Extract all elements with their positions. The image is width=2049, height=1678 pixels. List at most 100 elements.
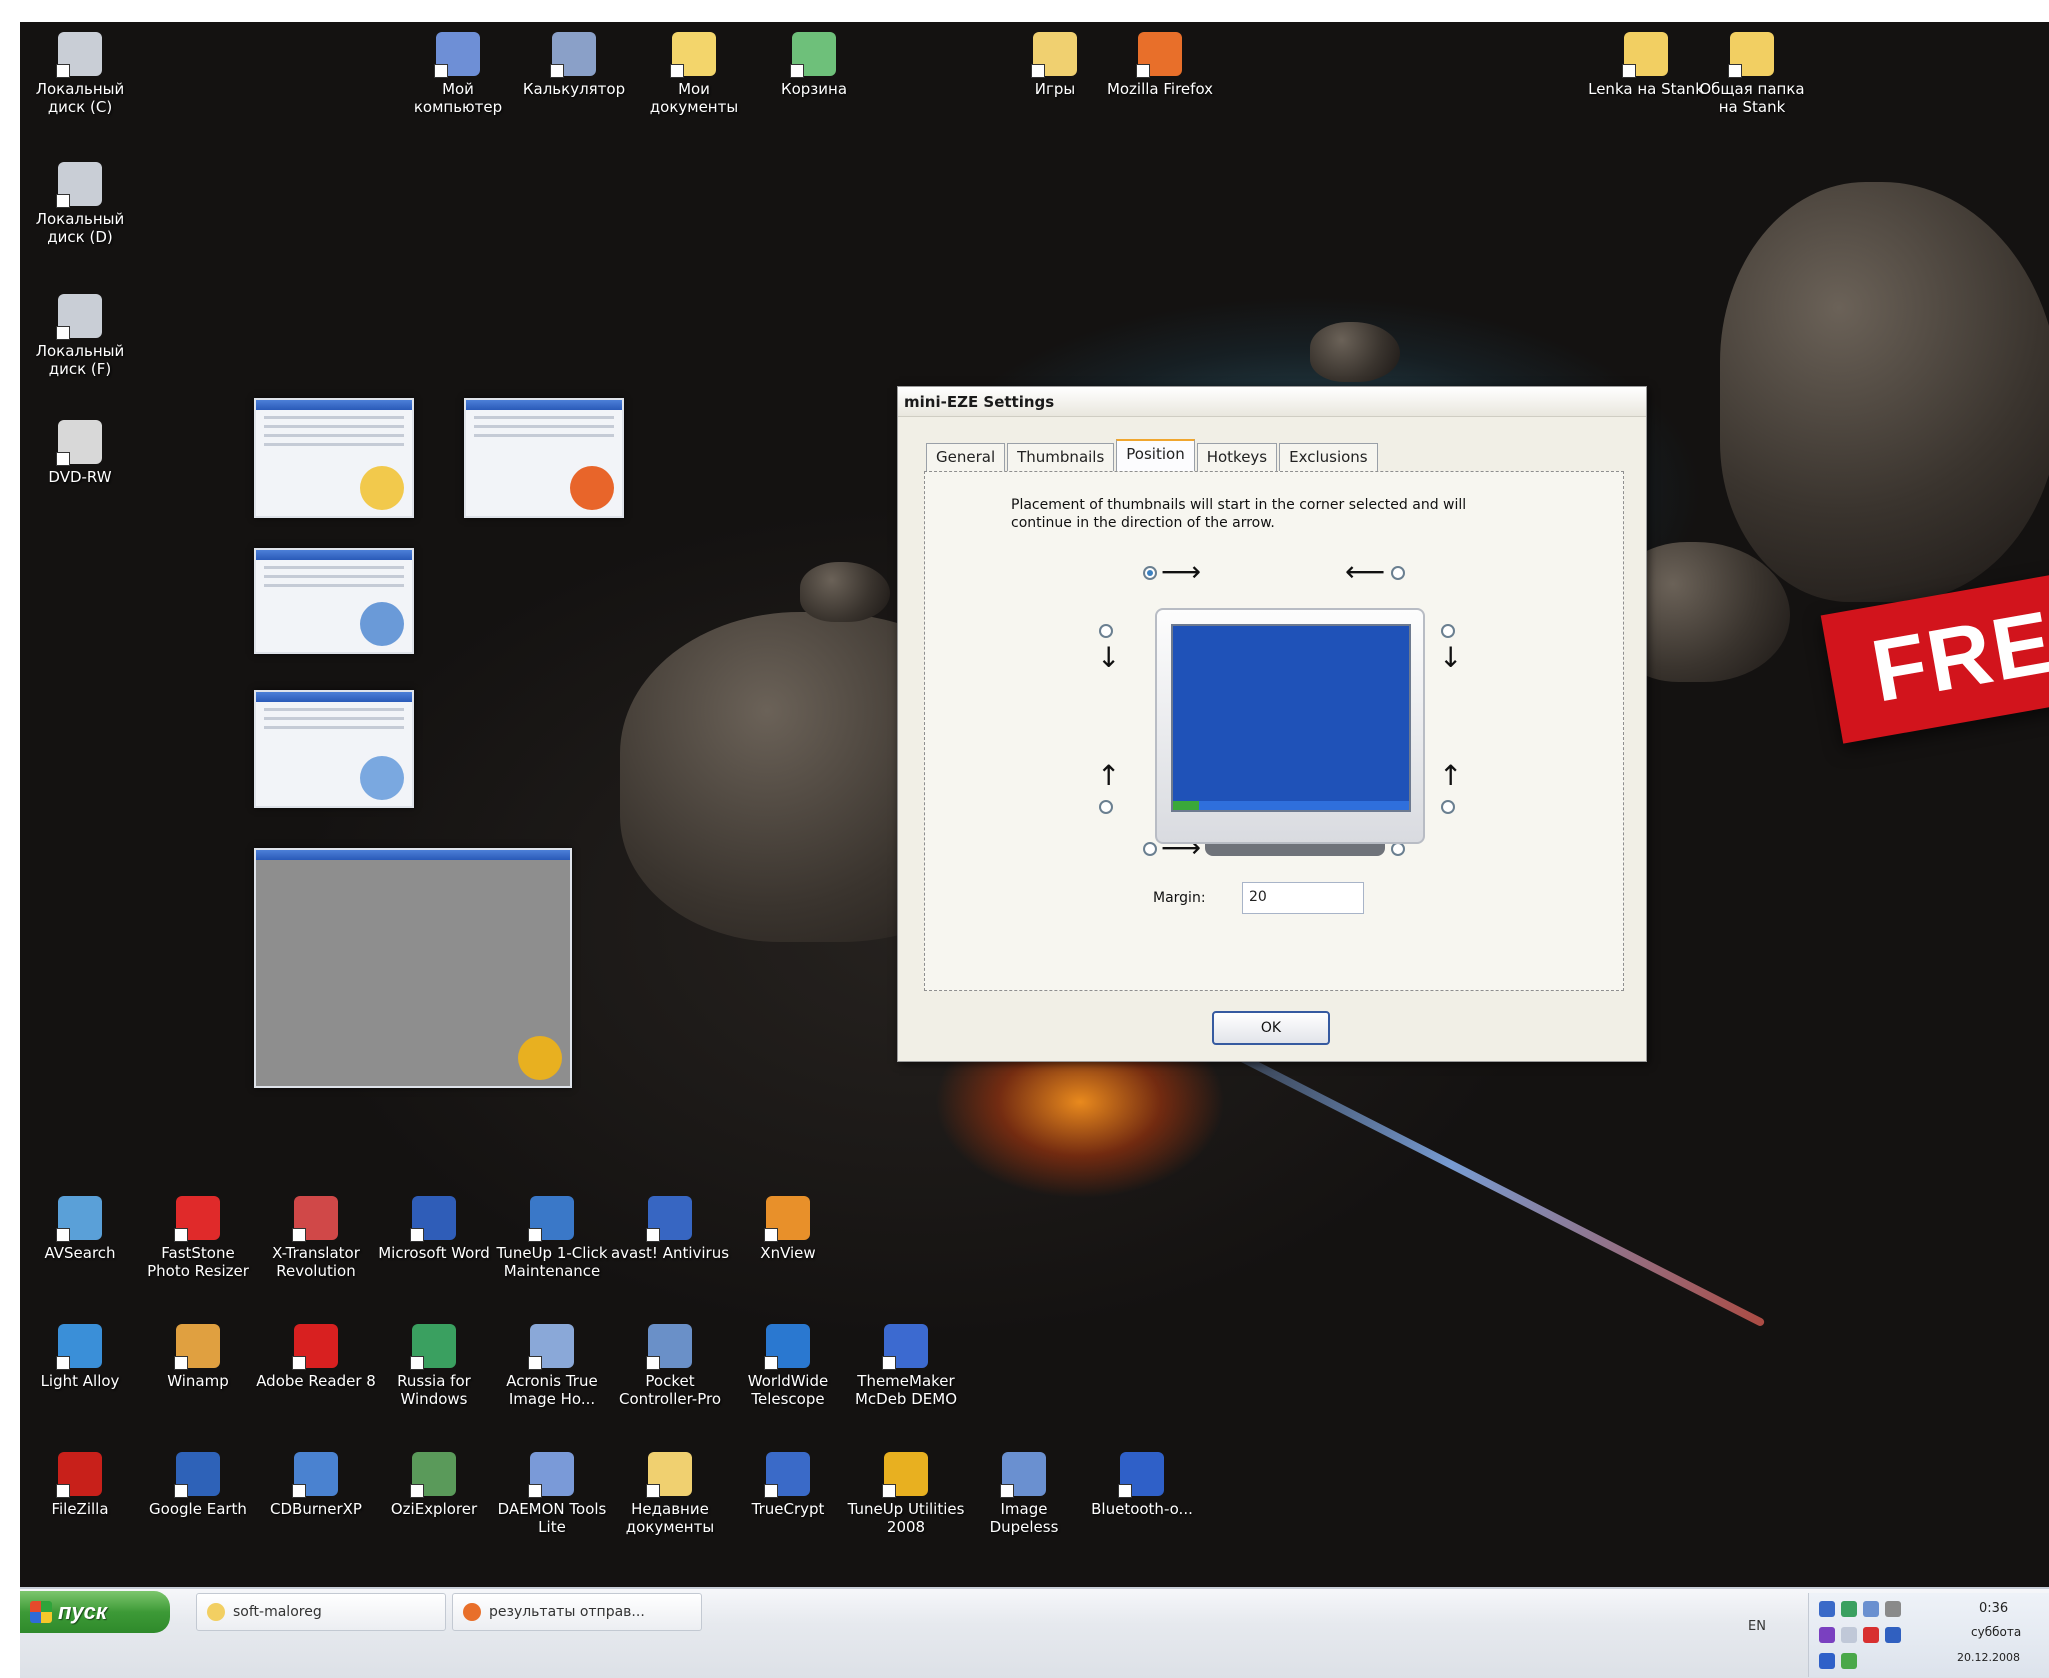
tray-network-icon[interactable] xyxy=(1819,1601,1835,1617)
adobe-reader-icon xyxy=(292,1324,338,1370)
desktop-icon-local-disk-c[interactable]: Локальный диск (C) xyxy=(20,32,140,116)
avast-icon xyxy=(646,1196,692,1242)
recent-docs-icon xyxy=(646,1452,692,1498)
desktop-icon-adobe-reader[interactable]: Adobe Reader 8 xyxy=(256,1324,376,1390)
desktop-icon-tuneup-1click[interactable]: TuneUp 1-Click Maintenance xyxy=(492,1196,612,1280)
word-document-icon xyxy=(360,756,404,800)
corner-radio-bottom-left-vertical[interactable] xyxy=(1099,800,1113,814)
desktop-icon-avast[interactable]: avast! Antivirus xyxy=(610,1196,730,1262)
desktop-icon-image-dupeless[interactable]: Image Dupeless xyxy=(964,1452,1084,1536)
windows-logo-icon xyxy=(30,1601,52,1623)
desktop-icon-local-disk-f[interactable]: Локальный диск (F) xyxy=(20,294,140,378)
tray-volume-icon[interactable] xyxy=(1885,1627,1901,1643)
desktop-icon-cdburnerxp[interactable]: CDBurnerXP xyxy=(256,1452,376,1518)
ok-button[interactable]: OK xyxy=(1212,1011,1330,1045)
tray-shield-icon[interactable] xyxy=(1819,1627,1835,1643)
desktop-icon-recycle-bin[interactable]: Корзина xyxy=(754,32,874,98)
desktop-icon-russia-for-windows[interactable]: Russia for Windows xyxy=(374,1324,494,1408)
desktop-icon-oziexplorer[interactable]: OziExplorer xyxy=(374,1452,494,1518)
window-thumbnail[interactable] xyxy=(254,848,572,1088)
desktop-icon-pocket-controller[interactable]: Pocket Controller-Pro xyxy=(610,1324,730,1408)
desktop-icon-my-computer[interactable]: Мой компьютер xyxy=(398,32,518,116)
start-button[interactable]: пуск xyxy=(20,1591,170,1633)
my-computer-icon xyxy=(434,32,480,78)
desktop-icon-daemon-tools[interactable]: DAEMON Tools Lite xyxy=(492,1452,612,1536)
desktop-icon-filezilla[interactable]: FileZilla xyxy=(20,1452,140,1518)
desktop-icon-recent-documents[interactable]: Недавние документы xyxy=(610,1452,730,1536)
tab-exclusions[interactable]: Exclusions xyxy=(1279,443,1378,471)
desktop-icon-faststone[interactable]: FastStone Photo Resizer xyxy=(138,1196,258,1280)
desktop-icon-lenka-stank[interactable]: Lenka на Stank xyxy=(1586,32,1706,98)
position-panel: Placement of thumbnails will start in th… xyxy=(924,471,1624,991)
desktop-icon-bluetooth[interactable]: Bluetooth-o... xyxy=(1082,1452,1202,1518)
desktop-icon-word[interactable]: Microsoft Word xyxy=(374,1196,494,1262)
daemon-tools-icon xyxy=(528,1452,574,1498)
margin-input[interactable]: 20 xyxy=(1242,882,1364,914)
desktop-icon-xnview[interactable]: XnView xyxy=(728,1196,848,1262)
image-dupeless-icon xyxy=(1000,1452,1046,1498)
firefox-icon xyxy=(463,1603,481,1621)
settings-dialog: mini-EZE Settings General Thumbnails Pos… xyxy=(897,386,1647,1062)
tray-zip-icon[interactable] xyxy=(1885,1601,1901,1617)
window-thumbnail[interactable] xyxy=(254,690,414,808)
taskbar-button-folder[interactable]: soft-maloreg xyxy=(196,1593,446,1631)
desktop-icon-tuneup-utilities[interactable]: TuneUp Utilities 2008 xyxy=(846,1452,966,1536)
tray-monitor-icon[interactable] xyxy=(1863,1601,1879,1617)
taskbar-button-firefox[interactable]: результаты отправ... xyxy=(452,1593,702,1631)
desktop-icon-dvd-rw[interactable]: DVD-RW xyxy=(20,420,140,486)
desktop-icon-avsearch[interactable]: AVSearch xyxy=(20,1196,140,1262)
asteroid xyxy=(1310,322,1400,382)
oziexplorer-icon xyxy=(410,1452,456,1498)
truecrypt-icon xyxy=(764,1452,810,1498)
window-thumbnail[interactable] xyxy=(254,548,414,654)
desktop-icon-games[interactable]: Игры xyxy=(995,32,1115,98)
tab-thumbnails[interactable]: Thumbnails xyxy=(1007,443,1115,471)
light-alloy-icon xyxy=(56,1324,102,1370)
arrow-down-icon: ↓ xyxy=(1097,641,1121,674)
tray-update-icon[interactable] xyxy=(1841,1601,1857,1617)
desktop-icon-google-earth[interactable]: Google Earth xyxy=(138,1452,258,1518)
desktop-icon-truecrypt[interactable]: TrueCrypt xyxy=(728,1452,848,1518)
tab-hotkeys[interactable]: Hotkeys xyxy=(1196,443,1278,471)
desktop-icon-shared-stank[interactable]: Общая папка на Stank xyxy=(1692,32,1812,116)
desktop-icon-x-translator[interactable]: X-Translator Revolution xyxy=(256,1196,376,1280)
taskbar: пуск soft-maloreg результаты отправ... E… xyxy=(20,1587,2049,1678)
winamp-icon xyxy=(174,1324,220,1370)
windows-logo-icon xyxy=(518,1036,562,1080)
tray-antivirus-icon[interactable] xyxy=(1863,1627,1879,1643)
corner-radio-bottom-right-horizontal[interactable] xyxy=(1391,842,1405,856)
network-folder-icon xyxy=(1622,32,1668,78)
desktop-icon-local-disk-d[interactable]: Локальный диск (D) xyxy=(20,162,140,246)
mini-start-button xyxy=(1173,801,1199,810)
desktop-icon-light-alloy[interactable]: Light Alloy xyxy=(20,1324,140,1390)
corner-radio-top-right-horizontal[interactable] xyxy=(1391,566,1405,580)
clock-time[interactable]: 0:36 xyxy=(1979,1601,2008,1616)
window-thumbnail[interactable] xyxy=(464,398,624,518)
russia-icon xyxy=(410,1324,456,1370)
tab-general[interactable]: General xyxy=(926,443,1006,471)
tray-utility-icon[interactable] xyxy=(1841,1653,1857,1669)
tray-wifi-icon[interactable] xyxy=(1841,1627,1857,1643)
tab-position[interactable]: Position xyxy=(1116,439,1195,471)
desktop-icon-thememaker[interactable]: ThemeMaker McDeb DEMO xyxy=(846,1324,966,1408)
bluetooth-icon xyxy=(1118,1452,1164,1498)
desktop-icon-worldwide-telescope[interactable]: WorldWide Telescope xyxy=(728,1324,848,1408)
corner-radio-bottom-left-horizontal[interactable] xyxy=(1143,842,1157,856)
desktop: FREE Локальный диск (C) Мой компьютер Ка… xyxy=(20,22,2049,1587)
desktop-icon-my-documents[interactable]: Мои документы xyxy=(634,32,754,116)
desktop-icon-calculator[interactable]: Калькулятор xyxy=(514,32,634,98)
hard-drive-icon xyxy=(56,32,102,78)
desktop-icon-acronis[interactable]: Acronis True Image Ho... xyxy=(492,1324,612,1408)
window-thumbnail[interactable] xyxy=(254,398,414,518)
corner-radio-top-left-vertical[interactable] xyxy=(1099,624,1113,638)
corner-radio-top-right-vertical[interactable] xyxy=(1441,624,1455,638)
translator-icon xyxy=(292,1196,338,1242)
tray-bluetooth-icon[interactable] xyxy=(1819,1653,1835,1669)
desktop-icon-firefox[interactable]: Mozilla Firefox xyxy=(1100,32,1220,98)
desktop-icon-winamp[interactable]: Winamp xyxy=(138,1324,258,1390)
arrow-left-icon: ⟵ xyxy=(1345,555,1386,588)
corner-radio-bottom-right-vertical[interactable] xyxy=(1441,800,1455,814)
language-indicator[interactable]: EN xyxy=(1748,1619,1766,1634)
corner-radio-top-left-horizontal[interactable] xyxy=(1143,566,1157,580)
arrow-right-icon: ⟶ xyxy=(1161,555,1202,588)
